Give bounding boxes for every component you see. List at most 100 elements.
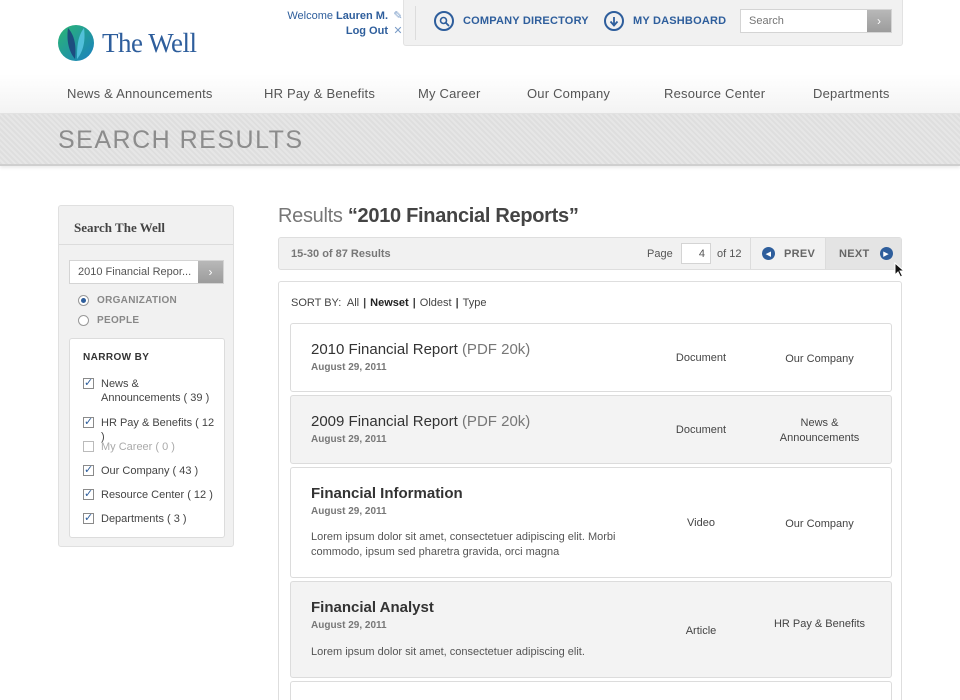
next-button[interactable]: NEXT ▶ bbox=[826, 238, 901, 269]
result-type: Document bbox=[675, 424, 727, 436]
result-item[interactable]: Financial Information August 29, 2011 Lo… bbox=[290, 467, 892, 578]
result-title-text[interactable]: Financial Information bbox=[311, 485, 463, 502]
company-directory-link[interactable]: COMPANY DIRECTORY bbox=[434, 11, 589, 31]
search-sidebar: Search The Well › ORGANIZATION PEOPLE NA… bbox=[58, 205, 234, 547]
facet-resource-center[interactable]: Resource Center ( 12 ) bbox=[83, 487, 219, 502]
sort-all[interactable]: All bbox=[347, 297, 359, 309]
prev-button[interactable]: ◀ PREV bbox=[762, 238, 815, 269]
result-category[interactable]: Our Company bbox=[767, 517, 872, 532]
nav-resource-center[interactable]: Resource Center bbox=[664, 86, 765, 101]
result-category[interactable]: Our Company bbox=[767, 352, 872, 367]
sidebar-search-input[interactable] bbox=[70, 261, 198, 283]
result-type: Video bbox=[687, 517, 715, 529]
checkbox[interactable] bbox=[83, 511, 94, 525]
global-search-button[interactable]: › bbox=[867, 10, 891, 32]
page-title: SEARCH RESULTS bbox=[58, 126, 304, 154]
result-file-meta: (PDF 20k) bbox=[461, 413, 531, 430]
result-item[interactable]: 2009 Financial Report (PDF 20k) August 2… bbox=[290, 395, 892, 464]
brand-logo[interactable]: The Well bbox=[58, 25, 197, 61]
result-title[interactable]: 2009 Financial Report (PDF 20k) bbox=[311, 413, 530, 430]
facet-news-announcements[interactable]: News & Announcements ( 39 ) bbox=[83, 376, 219, 405]
facet-label: Resource Center ( 12 ) bbox=[101, 489, 213, 501]
logout-link[interactable]: Log Out bbox=[346, 25, 388, 37]
result-date: August 29, 2011 bbox=[311, 620, 387, 631]
arrow-down-circle-icon bbox=[604, 11, 624, 31]
company-directory-label: COMPANY DIRECTORY bbox=[463, 15, 589, 27]
chevron-right-icon: › bbox=[208, 265, 213, 279]
sort-newest[interactable]: Newset bbox=[370, 297, 409, 309]
page-banner: SEARCH RESULTS bbox=[0, 114, 960, 166]
page-label: Page bbox=[647, 248, 673, 260]
results-query: “2010 Financial Reports” bbox=[347, 205, 579, 227]
utility-bar: COMPANY DIRECTORY MY DASHBOARD › bbox=[403, 0, 903, 46]
checkbox[interactable] bbox=[83, 487, 94, 501]
result-file-meta: (PDF 20k) bbox=[461, 341, 531, 358]
my-dashboard-link[interactable]: MY DASHBOARD bbox=[604, 11, 726, 31]
scope-label: ORGANIZATION bbox=[97, 295, 178, 306]
nav-departments[interactable]: Departments bbox=[813, 86, 890, 101]
result-title-text[interactable]: 2010 Financial Report bbox=[311, 341, 458, 358]
facet-my-career[interactable]: My Career ( 0 ) bbox=[83, 440, 219, 454]
divider bbox=[59, 244, 233, 245]
result-title[interactable]: 2010 Financial Report (PDF 20k) bbox=[311, 341, 530, 358]
result-title[interactable]: Financial Information bbox=[311, 485, 463, 502]
pager-bar: 15-30 of 87 Results Page of 12 ◀ PREV NE… bbox=[278, 237, 902, 270]
triangle-left-icon: ◀ bbox=[762, 247, 775, 260]
sort-type[interactable]: Type bbox=[463, 297, 487, 309]
radio-unselected[interactable] bbox=[78, 315, 89, 326]
checkbox[interactable] bbox=[83, 415, 94, 429]
narrow-by-panel: NARROW BY News & Announcements ( 39 ) HR… bbox=[69, 338, 225, 538]
facet-label: Our Company ( 43 ) bbox=[101, 465, 199, 477]
divider bbox=[750, 238, 751, 269]
scope-label: PEOPLE bbox=[97, 315, 140, 326]
page-number-input[interactable] bbox=[681, 243, 711, 264]
result-category[interactable]: HR Pay & Benefits bbox=[767, 617, 872, 632]
result-date: August 29, 2011 bbox=[311, 506, 387, 517]
result-category[interactable]: News & Announcements bbox=[767, 416, 872, 446]
sort-oldest[interactable]: Oldest bbox=[420, 297, 452, 309]
results-list: SORT BY: All | Newset | Oldest | Type 2010 Fin… bbox=[278, 281, 902, 700]
checkbox[interactable] bbox=[83, 376, 94, 390]
results-prefix: Results bbox=[278, 205, 343, 227]
result-description: Lorem ipsum dolor sit amet, consectetuer… bbox=[311, 531, 616, 558]
user-panel: Welcome Lauren M. ✎ Log Out ✕ bbox=[287, 9, 404, 39]
user-name[interactable]: Lauren M. bbox=[336, 10, 388, 22]
result-title-text[interactable]: Financial Analyst bbox=[311, 599, 434, 616]
logout-line[interactable]: Log Out ✕ bbox=[287, 24, 404, 39]
result-date: August 29, 2011 bbox=[311, 362, 387, 373]
result-title[interactable]: Financial Analyst bbox=[311, 599, 434, 616]
facet-label: Departments ( 3 ) bbox=[101, 513, 187, 525]
result-item[interactable]: Financial Analyst August 29, 2011 Lorem … bbox=[290, 581, 892, 678]
sidebar-search-button[interactable]: › bbox=[198, 261, 223, 283]
leaf-logo-icon bbox=[58, 25, 94, 61]
checkbox[interactable] bbox=[83, 441, 94, 452]
result-item[interactable] bbox=[290, 681, 892, 700]
result-type: Document bbox=[675, 352, 727, 364]
narrow-by-title: NARROW BY bbox=[83, 352, 150, 363]
radio-selected[interactable] bbox=[78, 295, 89, 306]
prev-label: PREV bbox=[784, 247, 816, 260]
main-nav: News & Announcements HR Pay & Benefits M… bbox=[0, 74, 960, 114]
global-search-input[interactable] bbox=[741, 10, 867, 32]
welcome-line: Welcome Lauren M. ✎ bbox=[287, 9, 404, 24]
facet-our-company[interactable]: Our Company ( 43 ) bbox=[83, 463, 219, 478]
sidebar-search: › bbox=[69, 260, 224, 284]
magnifier-icon bbox=[434, 11, 454, 31]
result-title-text[interactable]: 2009 Financial Report bbox=[311, 413, 458, 430]
page-total: of 12 bbox=[717, 248, 742, 260]
checkbox[interactable] bbox=[83, 463, 94, 477]
mouse-cursor-icon bbox=[894, 262, 905, 278]
facet-departments[interactable]: Departments ( 3 ) bbox=[83, 511, 219, 526]
scope-organization[interactable]: ORGANIZATION bbox=[78, 295, 177, 306]
scope-people[interactable]: PEOPLE bbox=[78, 315, 139, 326]
next-label: NEXT bbox=[839, 247, 870, 260]
global-search: › bbox=[740, 9, 892, 33]
nav-my-career[interactable]: My Career bbox=[418, 86, 480, 101]
nav-our-company[interactable]: Our Company bbox=[527, 86, 610, 101]
nav-news-announcements[interactable]: News & Announcements bbox=[67, 86, 213, 101]
result-description: Lorem ipsum dolor sit amet, consectetuer… bbox=[311, 646, 585, 658]
result-date: August 29, 2011 bbox=[311, 434, 387, 445]
nav-hr-pay-benefits[interactable]: HR Pay & Benefits bbox=[264, 86, 375, 101]
result-item[interactable]: 2010 Financial Report (PDF 20k) August 2… bbox=[290, 323, 892, 392]
sort-bar: SORT BY: All | Newset | Oldest | Type bbox=[291, 297, 487, 309]
